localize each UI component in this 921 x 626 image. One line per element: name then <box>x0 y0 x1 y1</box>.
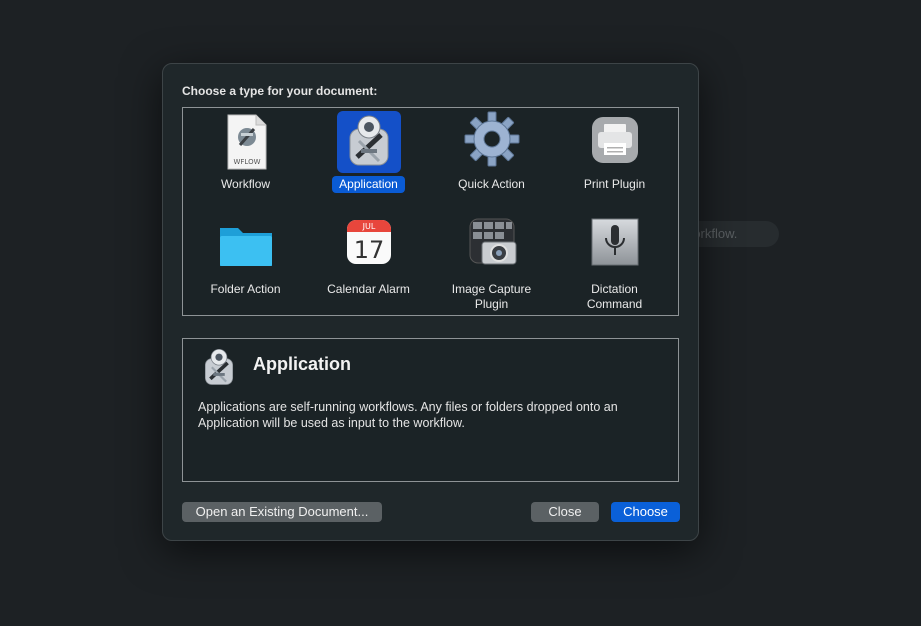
automator-robot-icon <box>336 111 401 173</box>
calendar-day-text: 17 <box>353 236 384 264</box>
folder-icon <box>214 216 278 278</box>
type-item-image-capture-plugin[interactable]: Image Capture Plugin <box>430 216 553 313</box>
workflow-file-badge: WFLOW <box>233 158 260 166</box>
type-label-image-capture-plugin: Image Capture Plugin <box>451 282 532 311</box>
automator-robot-icon <box>196 345 242 391</box>
type-item-application[interactable]: Application <box>307 111 430 193</box>
gear-icon <box>460 111 524 173</box>
workflow-document-icon: WFLOW <box>214 111 278 173</box>
type-label-folder-action: Folder Action <box>210 282 281 296</box>
close-button[interactable]: Close <box>531 502 599 522</box>
type-label-calendar-alarm: Calendar Alarm <box>327 282 410 296</box>
type-label-application: Application <box>332 176 405 193</box>
description-text: Applications are self-running workflows.… <box>198 400 618 430</box>
printer-icon <box>583 111 647 173</box>
type-description-panel: Application Applications are self-runnin… <box>182 338 679 482</box>
choose-button[interactable]: Choose <box>611 502 680 522</box>
calendar-month-text: JUL <box>361 222 375 231</box>
type-item-workflow[interactable]: WFLOW Workflow <box>184 111 307 193</box>
type-item-print-plugin[interactable]: Print Plugin <box>553 111 676 193</box>
choose-document-type-dialog: Choose a type for your document: WFLOW W… <box>162 63 699 541</box>
camera-icon <box>460 216 524 278</box>
calendar-icon: JUL 17 <box>337 216 401 278</box>
type-label-workflow: Workflow <box>220 177 271 191</box>
type-item-dictation-command[interactable]: Dictation Command <box>553 216 676 313</box>
type-label-quick-action: Quick Action <box>458 177 525 191</box>
type-item-folder-action[interactable]: Folder Action <box>184 216 307 298</box>
type-label-print-plugin: Print Plugin <box>583 177 646 191</box>
document-type-grid: WFLOW Workflow Application Quick Action … <box>182 107 679 316</box>
type-label-dictation-command: Dictation Command <box>586 282 643 311</box>
open-existing-document-button[interactable]: Open an Existing Document... <box>182 502 382 522</box>
type-item-calendar-alarm[interactable]: JUL 17 Calendar Alarm <box>307 216 430 298</box>
microphone-icon <box>583 216 647 278</box>
description-title: Application <box>253 354 351 374</box>
type-item-quick-action[interactable]: Quick Action <box>430 111 553 193</box>
dialog-prompt: Choose a type for your document: <box>182 84 378 98</box>
